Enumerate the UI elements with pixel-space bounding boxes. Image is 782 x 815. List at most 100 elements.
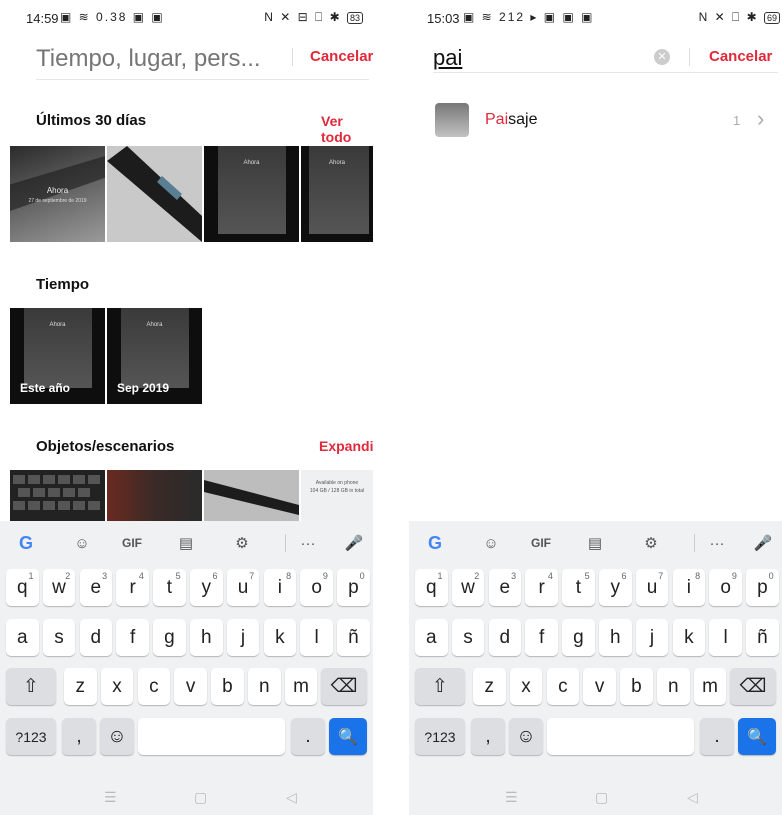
- key-a[interactable]: a: [415, 619, 448, 656]
- shift-key[interactable]: ⇧: [415, 668, 465, 705]
- key-g[interactable]: g: [562, 619, 595, 656]
- key-l[interactable]: l: [709, 619, 742, 656]
- key-f[interactable]: f: [116, 619, 149, 656]
- search-key[interactable]: 🔍: [738, 718, 776, 755]
- google-icon[interactable]: G: [12, 529, 40, 557]
- recent-photo-2[interactable]: [107, 146, 202, 242]
- key-c[interactable]: c: [137, 668, 171, 705]
- gif-button[interactable]: GIF: [118, 529, 146, 557]
- key-j[interactable]: j: [226, 619, 260, 656]
- time-item-this-year[interactable]: Ahora Este año: [10, 308, 105, 404]
- key-ñ[interactable]: ñ: [746, 619, 779, 656]
- comma-key[interactable]: ,: [62, 718, 96, 755]
- key-s[interactable]: s: [451, 619, 485, 656]
- key-h[interactable]: h: [599, 619, 632, 656]
- key-b[interactable]: b: [620, 668, 653, 705]
- expand-link[interactable]: Expandir: [319, 438, 373, 454]
- sticker-icon[interactable]: ☺: [477, 529, 505, 557]
- key-d[interactable]: d: [79, 619, 113, 656]
- key-n[interactable]: n: [657, 668, 690, 705]
- home-nav-icon[interactable]: ▢: [194, 789, 207, 806]
- emoji-key[interactable]: ☺: [509, 718, 543, 755]
- key-a[interactable]: a: [6, 619, 39, 656]
- gif-button[interactable]: GIF: [527, 529, 555, 557]
- recent-photo-1[interactable]: Ahora 27 de septiembre de 2019: [10, 146, 105, 242]
- search-input[interactable]: [433, 42, 633, 74]
- space-bar[interactable]: [547, 718, 694, 755]
- microphone-icon[interactable]: 🎤: [340, 529, 368, 557]
- key-h[interactable]: h: [190, 619, 223, 656]
- symbols-key[interactable]: ?123: [6, 718, 56, 755]
- object-keyboard-red[interactable]: [107, 470, 202, 521]
- emoji-key[interactable]: ☺: [100, 718, 134, 755]
- back-nav-icon[interactable]: ◁: [286, 789, 297, 806]
- key-e[interactable]: e3: [488, 569, 522, 606]
- more-icon[interactable]: ···: [294, 529, 322, 557]
- menu-nav-icon[interactable]: ☰: [104, 789, 117, 806]
- google-icon[interactable]: G: [421, 529, 449, 557]
- result-row-paisaje[interactable]: Paisaje 1 ›: [409, 100, 782, 140]
- key-w[interactable]: w2: [42, 569, 76, 606]
- key-i[interactable]: i8: [263, 569, 297, 606]
- key-r[interactable]: r4: [525, 569, 558, 606]
- key-x[interactable]: x: [509, 668, 543, 705]
- object-pen[interactable]: [204, 470, 299, 521]
- key-n[interactable]: n: [248, 668, 281, 705]
- key-g[interactable]: g: [153, 619, 186, 656]
- period-key[interactable]: .: [291, 718, 325, 755]
- backspace-key[interactable]: ⌫: [730, 668, 776, 705]
- clear-icon[interactable]: ✕: [654, 49, 670, 65]
- key-u[interactable]: u7: [635, 569, 669, 606]
- key-m[interactable]: m: [693, 668, 727, 705]
- period-key[interactable]: .: [700, 718, 734, 755]
- cancel-button[interactable]: Cancelar: [310, 48, 373, 65]
- key-w[interactable]: w2: [451, 569, 485, 606]
- object-keyboard[interactable]: [10, 470, 105, 521]
- key-p[interactable]: p0: [746, 569, 779, 606]
- space-bar[interactable]: [138, 718, 285, 755]
- key-k[interactable]: k: [672, 619, 706, 656]
- key-b[interactable]: b: [211, 668, 244, 705]
- home-nav-icon[interactable]: ▢: [595, 789, 608, 806]
- key-m[interactable]: m: [284, 668, 318, 705]
- key-o[interactable]: o9: [300, 569, 333, 606]
- microphone-icon[interactable]: 🎤: [749, 529, 777, 557]
- key-e[interactable]: e3: [79, 569, 113, 606]
- object-document[interactable]: Available on phone 104 GB / 128 GB in to…: [301, 470, 373, 521]
- key-k[interactable]: k: [263, 619, 297, 656]
- backspace-key[interactable]: ⌫: [321, 668, 367, 705]
- search-input[interactable]: [36, 42, 276, 76]
- key-d[interactable]: d: [488, 619, 522, 656]
- key-j[interactable]: j: [635, 619, 669, 656]
- recent-photo-3[interactable]: Ahora: [204, 146, 299, 242]
- key-c[interactable]: c: [546, 668, 580, 705]
- sticker-icon[interactable]: ☺: [68, 529, 96, 557]
- key-x[interactable]: x: [100, 668, 134, 705]
- key-y[interactable]: y6: [599, 569, 632, 606]
- cancel-button[interactable]: Cancelar: [709, 48, 772, 65]
- key-q[interactable]: q1: [6, 569, 39, 606]
- shift-key[interactable]: ⇧: [6, 668, 56, 705]
- key-l[interactable]: l: [300, 619, 333, 656]
- gear-icon[interactable]: ⚙: [637, 529, 665, 557]
- key-p[interactable]: p0: [337, 569, 370, 606]
- see-all-link[interactable]: Ver todo: [321, 113, 373, 145]
- key-z[interactable]: z: [64, 668, 97, 705]
- clipboard-icon[interactable]: ▤: [581, 529, 609, 557]
- menu-nav-icon[interactable]: ☰: [505, 789, 518, 806]
- key-o[interactable]: o9: [709, 569, 742, 606]
- key-v[interactable]: v: [583, 668, 616, 705]
- key-u[interactable]: u7: [226, 569, 260, 606]
- key-f[interactable]: f: [525, 619, 558, 656]
- key-t[interactable]: t5: [153, 569, 186, 606]
- search-key[interactable]: 🔍: [329, 718, 367, 755]
- gear-icon[interactable]: ⚙: [228, 529, 256, 557]
- key-y[interactable]: y6: [190, 569, 223, 606]
- comma-key[interactable]: ,: [471, 718, 505, 755]
- symbols-key[interactable]: ?123: [415, 718, 465, 755]
- key-s[interactable]: s: [42, 619, 76, 656]
- back-nav-icon[interactable]: ◁: [687, 789, 698, 806]
- key-ñ[interactable]: ñ: [337, 619, 370, 656]
- key-i[interactable]: i8: [672, 569, 706, 606]
- more-icon[interactable]: ···: [703, 529, 731, 557]
